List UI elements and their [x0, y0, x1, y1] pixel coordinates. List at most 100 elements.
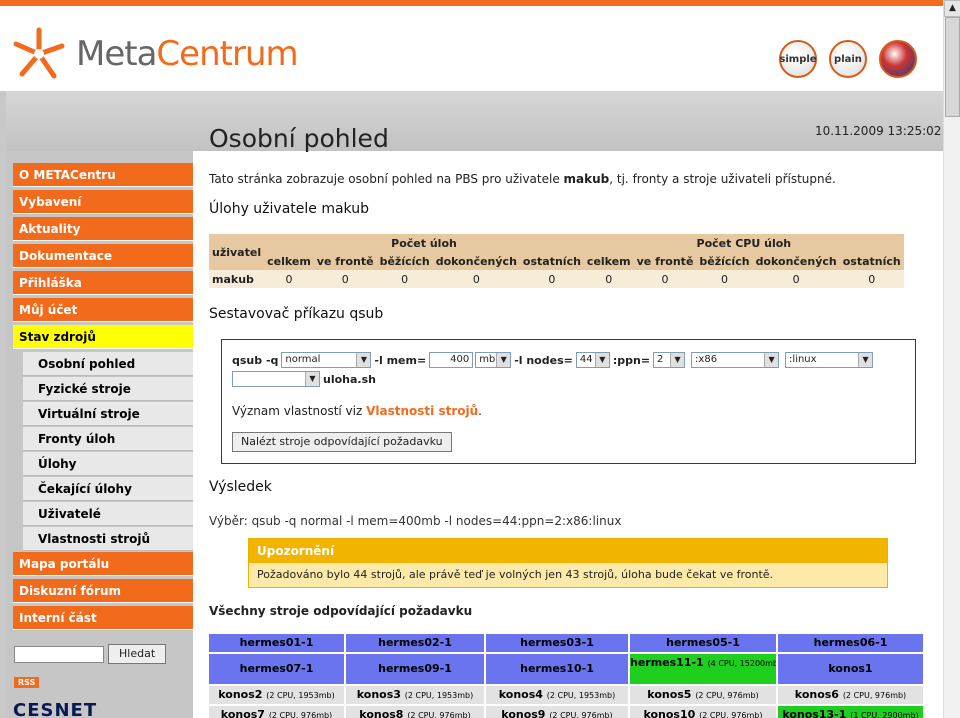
machine-cell[interactable]: konos4 (2 CPU, 1953mb): [486, 686, 628, 704]
nav-item-o-metacentru[interactable]: O METACentru: [13, 163, 193, 187]
nav-item-stav-zdroju[interactable]: Stav zdrojů: [13, 325, 193, 349]
col-ostatnich: ostatních: [519, 252, 584, 270]
ppn-select[interactable]: 2 ▼: [653, 352, 686, 368]
simple-view-button[interactable]: simple: [779, 40, 817, 78]
machine-detail: (2 CPU, 976mb): [695, 691, 759, 700]
nav-sub-virtualni-stroje[interactable]: Virtuální stroje: [23, 402, 193, 426]
cell-jobs-dokoncenych: 0: [432, 270, 520, 288]
cell-cpu-ve-fronte: 0: [633, 270, 697, 288]
nav-item-diskuzni-forum[interactable]: Diskuzní fórum: [13, 579, 193, 603]
chevron-down-icon: ▼: [496, 353, 511, 367]
ppn-value: 2: [657, 354, 664, 365]
nav-sub-ulohy[interactable]: Úlohy: [23, 452, 193, 476]
nav-sub-vlastnosti-stroju[interactable]: Vlastnosti strojů: [23, 527, 193, 551]
machine-cell[interactable]: hermes11-1 (4 CPU, 15200mb (14gb)): [630, 654, 776, 684]
machine-cell[interactable]: konos1: [778, 654, 923, 684]
col-dokoncenych: dokončených: [432, 252, 520, 270]
machine-name: konos10: [643, 708, 696, 718]
scroll-thumb[interactable]: [945, 17, 960, 117]
scroll-up-icon[interactable]: ▲: [944, 0, 960, 17]
col-cpu-bezicich: běžících: [696, 252, 753, 270]
arch-select[interactable]: :x86 ▼: [691, 352, 780, 368]
machine-cell[interactable]: hermes02-1: [346, 634, 484, 652]
machine-name: konos3: [356, 688, 401, 701]
find-machines-button[interactable]: Nalézt stroje odpovídající požadavku: [232, 432, 452, 452]
page-title: Osobní pohled: [209, 124, 389, 153]
search-input[interactable]: [14, 645, 104, 663]
nav-item-dokumentace[interactable]: Dokumentace: [13, 244, 193, 268]
nav-item-prihlaska[interactable]: Přihláška: [13, 271, 193, 295]
machine-name: konos4: [498, 688, 543, 701]
machine-detail: (2 CPU, 1953mb): [266, 691, 335, 700]
extra-select[interactable]: ▼: [232, 371, 320, 387]
vertical-scrollbar[interactable]: ▲: [943, 0, 960, 718]
mem-unit-select[interactable]: mb ▼: [475, 352, 512, 368]
main-nav: O METACentru Vybavení Aktuality Dokument…: [13, 163, 193, 633]
qsub-builder: qsub -q normal ▼ -l mem= 400 mb ▼ -l nodes…: [221, 339, 916, 464]
properties-note: Význam vlastností viz Vlastnosti strojů.: [232, 404, 482, 418]
nav-item-mapa-portalu[interactable]: Mapa portálu: [13, 552, 193, 576]
machine-cell[interactable]: konos2 (2 CPU, 1953mb): [209, 686, 344, 704]
rss-badge[interactable]: RSS: [14, 677, 40, 688]
os-select[interactable]: :linux ▼: [785, 352, 874, 368]
col-celkem: celkem: [264, 252, 314, 270]
machine-cell[interactable]: konos13-1 (1 CPU, 2900mb): [778, 706, 923, 718]
machine-detail: (2 CPU, 976mb): [699, 711, 763, 718]
col-cpu-dokoncenych: dokončených: [752, 252, 840, 270]
machine-name: konos6: [794, 688, 839, 701]
machine-cell[interactable]: hermes01-1: [209, 634, 344, 652]
metacentrum-logo[interactable]: MetaCentrum: [10, 24, 299, 84]
nav-item-interni-cast[interactable]: Interní část: [13, 606, 193, 630]
cell-user[interactable]: makub: [209, 270, 265, 288]
machine-detail: (2 CPU, 1953mb): [404, 691, 474, 700]
machine-cell[interactable]: konos8 (2 CPU, 976mb): [346, 706, 484, 718]
mem-input[interactable]: 400: [429, 352, 474, 368]
machine-cell[interactable]: hermes03-1: [486, 634, 628, 652]
nav-sub-fyzicke-stroje[interactable]: Fyzické stroje: [23, 377, 193, 401]
machine-cell[interactable]: hermes06-1: [778, 634, 923, 652]
nav-sub-cekajici-ulohy[interactable]: Čekající úlohy: [23, 477, 193, 501]
nodes-select[interactable]: 44 ▼: [575, 352, 610, 368]
machine-detail: (2 CPU, 976mb): [407, 711, 471, 718]
cesnet-logo[interactable]: CESNET: [13, 700, 97, 718]
nav-item-vybaveni[interactable]: Vybavení: [13, 190, 193, 214]
machine-cell[interactable]: konos5 (2 CPU, 976mb): [630, 686, 776, 704]
machine-name: konos1: [828, 662, 873, 675]
cell-jobs-ve-fronte: 0: [313, 270, 377, 288]
machine-cell[interactable]: hermes10-1: [486, 654, 628, 684]
nav-sub-uzivatele[interactable]: Uživatelé: [23, 502, 193, 526]
machine-cell[interactable]: konos6 (2 CPU, 976mb): [778, 686, 923, 704]
machine-name: konos7: [220, 708, 265, 718]
machine-cell[interactable]: hermes05-1: [630, 634, 776, 652]
intro-text: Tato stránka zobrazuje osobní pohled na …: [209, 172, 836, 186]
machine-cell[interactable]: hermes07-1: [209, 654, 344, 684]
machine-cell[interactable]: konos9 (2 CPU, 976mb): [486, 706, 628, 718]
nav-sub-fronty-uloh[interactable]: Fronty úloh: [23, 427, 193, 451]
search-button[interactable]: Hledat: [108, 644, 167, 664]
machine-name: hermes07-1: [239, 662, 314, 675]
machine-name: konos2: [218, 688, 263, 701]
machine-cell[interactable]: konos3 (2 CPU, 1953mb): [346, 686, 484, 704]
nav-item-muj-ucet[interactable]: Můj účet: [13, 298, 193, 322]
nav-item-aktuality[interactable]: Aktuality: [13, 217, 193, 241]
brand-centrum: Centrum: [156, 34, 298, 74]
cell-cpu-dokoncenych: 0: [752, 270, 840, 288]
intro-prefix: Tato stránka zobrazuje osobní pohled na …: [209, 172, 564, 186]
english-flag-icon[interactable]: [879, 40, 917, 78]
nav-sub-osobni-pohled[interactable]: Osobní pohled: [23, 352, 193, 376]
script-name: uloha.sh: [323, 372, 376, 386]
properties-suffix: .: [478, 404, 482, 418]
star-logo-icon: [13, 27, 65, 79]
machine-detail: (2 CPU, 976mb): [549, 711, 613, 718]
col-bezicich: běžících: [376, 252, 433, 270]
col-user: uživatel: [209, 234, 265, 270]
properties-link[interactable]: Vlastnosti strojů: [366, 404, 478, 418]
machine-cell[interactable]: konos7 (2 CPU, 976mb): [209, 706, 344, 718]
machine-name: hermes03-1: [520, 636, 594, 649]
machine-cell[interactable]: hermes09-1: [346, 654, 484, 684]
machine-name: hermes09-1: [378, 662, 452, 675]
queue-select[interactable]: normal ▼: [281, 352, 372, 368]
machine-name: konos5: [647, 688, 692, 701]
plain-view-button[interactable]: plain: [829, 40, 867, 78]
machine-cell[interactable]: konos10 (2 CPU, 976mb): [630, 706, 776, 718]
